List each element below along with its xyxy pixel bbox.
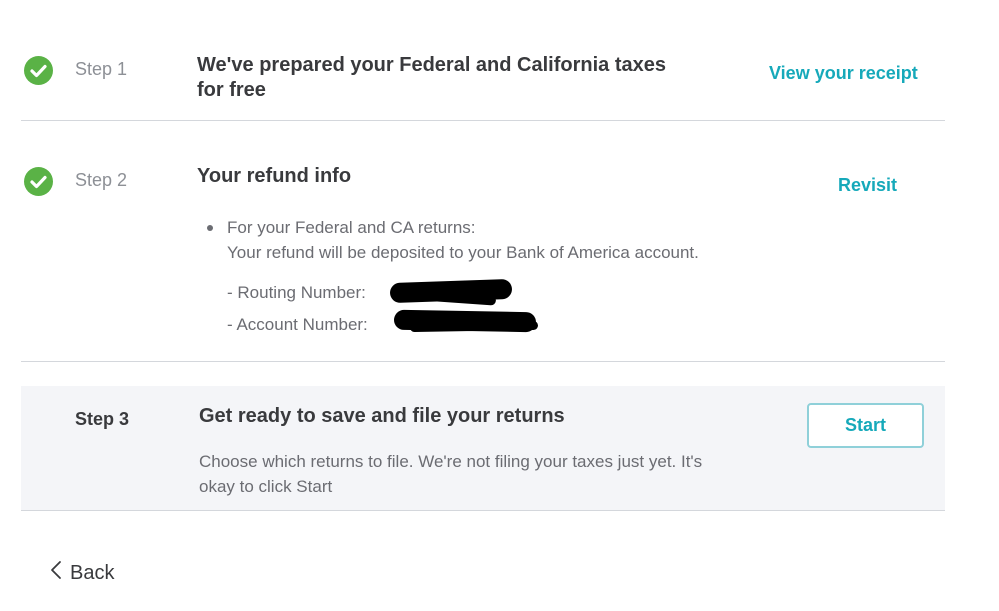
chevron-left-icon <box>50 560 62 586</box>
revisit-link[interactable]: Revisit <box>838 175 897 196</box>
step-1-title-line1: We've prepared your Federal and Californ… <box>197 54 666 76</box>
back-button[interactable]: Back <box>50 560 114 586</box>
bullet-dot <box>207 225 213 231</box>
step-3-description-line2: okay to click Start <box>199 477 333 496</box>
refund-bullet-line1: For your Federal and CA returns: <box>227 218 476 237</box>
step-2-title: Your refund info <box>197 165 352 187</box>
refund-bullet-line2: Your refund will be deposited to your Ba… <box>227 243 699 262</box>
step-3-description-line1: Choose which returns to file. We're not … <box>199 452 703 471</box>
divider <box>21 120 945 121</box>
step-3-title: Get ready to save and file your returns <box>199 405 565 427</box>
step-2-label: Step 2 <box>75 170 128 190</box>
view-receipt-link[interactable]: View your receipt <box>769 63 918 84</box>
step-1-label: Step 1 <box>75 59 128 79</box>
routing-number-label: - Routing Number: <box>227 283 366 302</box>
check-circle-icon <box>24 56 53 85</box>
step-1-title-line2: for free <box>197 79 266 101</box>
account-number-label: - Account Number: <box>227 315 368 334</box>
divider <box>21 361 945 362</box>
tax-filing-steps-page: Step 1 We've prepared your Federal and C… <box>0 0 999 611</box>
start-button[interactable]: Start <box>807 403 924 448</box>
step-1-title: We've prepared your Federal and Californ… <box>197 53 666 103</box>
check-circle-icon <box>24 167 53 196</box>
back-label: Back <box>70 561 115 584</box>
divider <box>21 510 945 511</box>
step-3-label: Step 3 <box>75 409 130 429</box>
